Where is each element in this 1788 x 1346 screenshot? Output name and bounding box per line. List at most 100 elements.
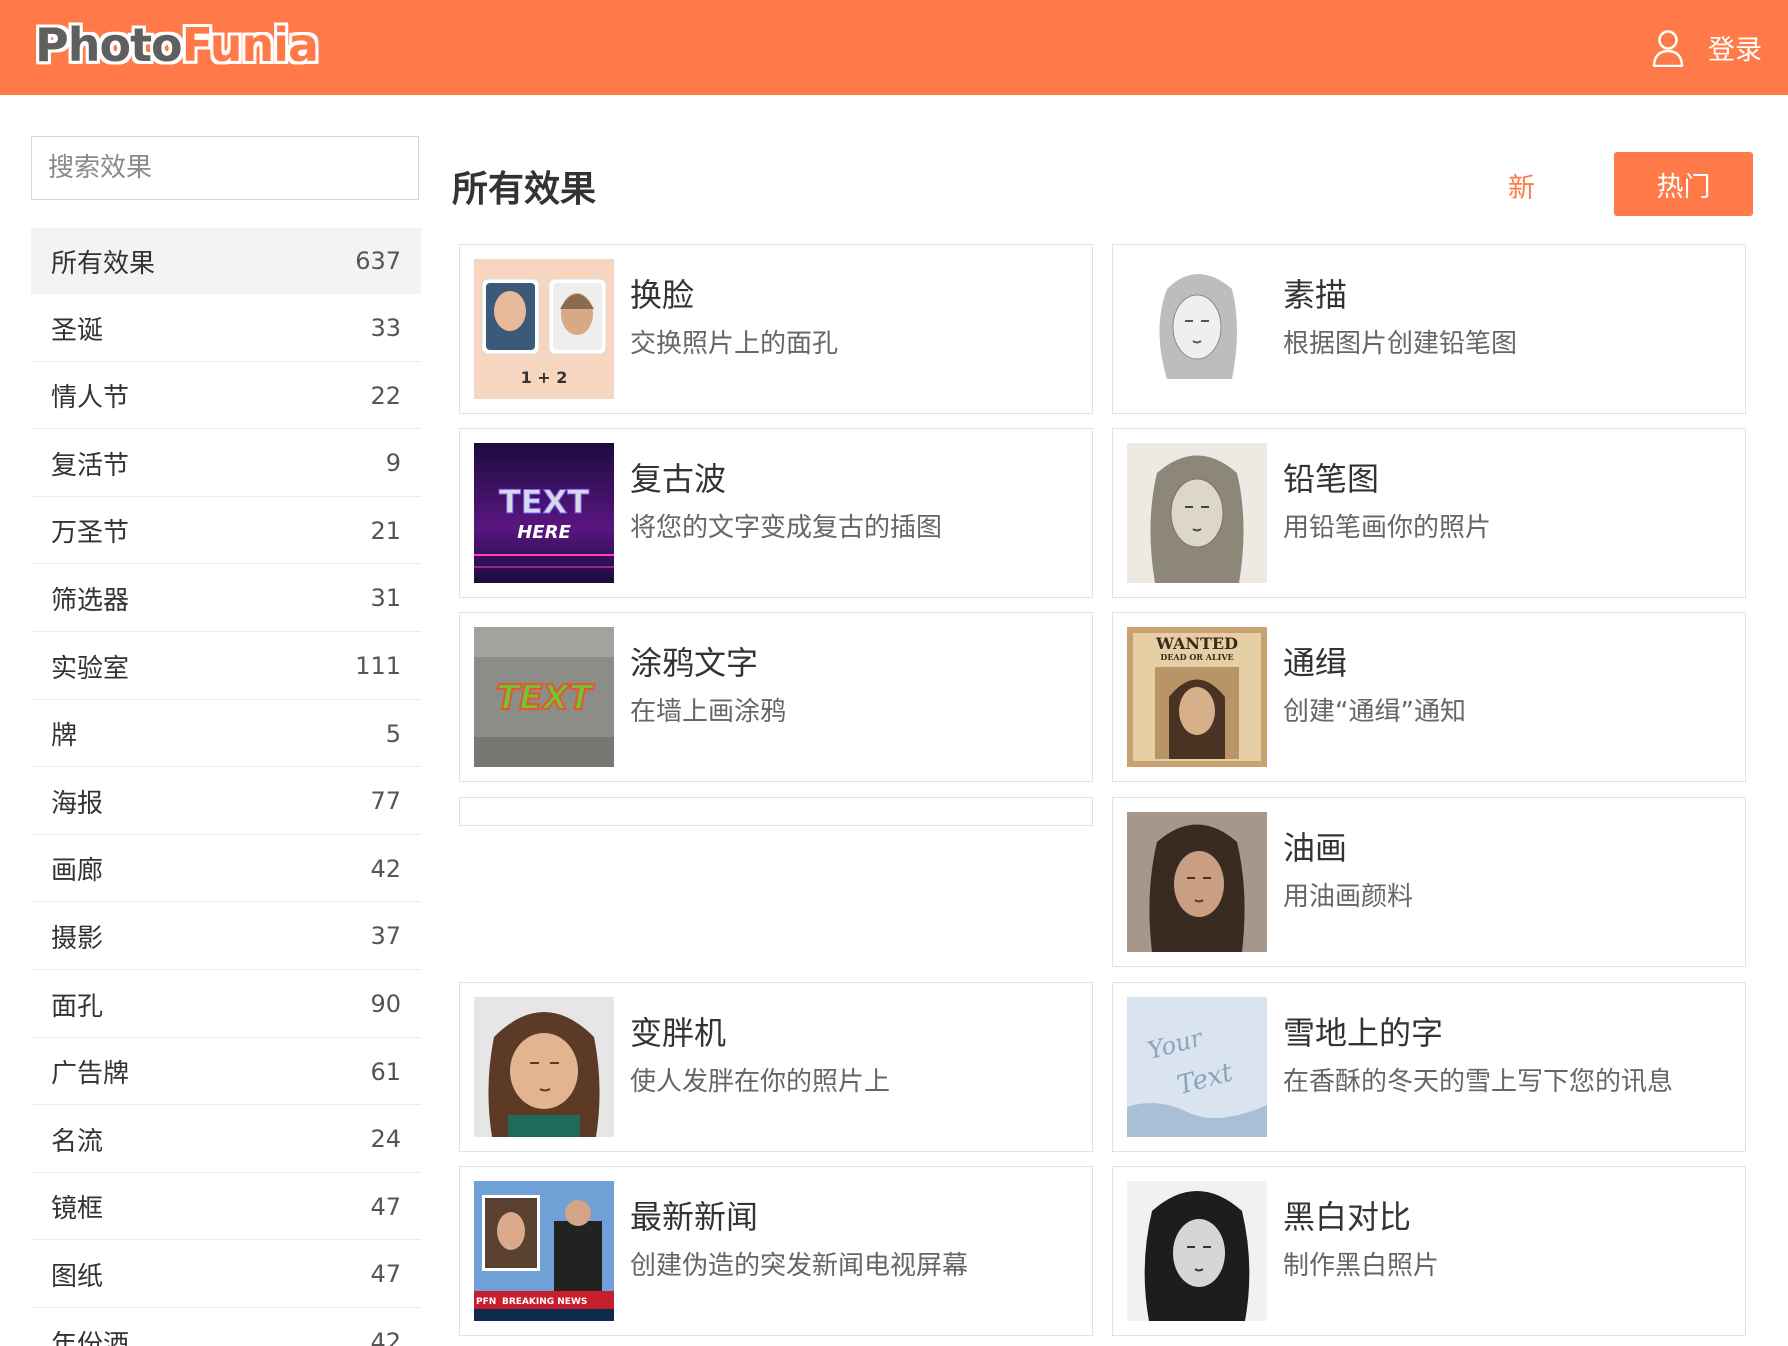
login-button[interactable]: 登录 <box>1652 28 1762 67</box>
retrowave-thumb-text-1: TEXT <box>499 483 589 521</box>
category-count: 21 <box>370 516 401 545</box>
retrowave-thumbnail: TEXT HERE <box>474 443 614 583</box>
breaking-news-thumbnail: PFN BREAKING NEWS <box>474 1181 614 1321</box>
effect-card-oil-painting[interactable]: 油画 用油画颜料 <box>1112 797 1746 967</box>
category-item-frames[interactable]: 镜框 47 <box>31 1174 421 1241</box>
effect-description: 用油画颜料 <box>1283 882 1414 912</box>
category-count: 33 <box>370 314 401 343</box>
category-label: 牌 <box>51 721 78 752</box>
category-count: 42 <box>370 854 401 883</box>
category-count: 77 <box>370 787 401 816</box>
category-count: 47 <box>370 1192 401 1221</box>
wanted-poster-thumbnail: WANTED DEAD OR ALIVE <box>1127 627 1267 767</box>
category-item-faces[interactable]: 面孔 90 <box>31 972 421 1038</box>
category-label: 广告牌 <box>51 1059 130 1090</box>
category-label: 所有效果 <box>51 248 156 279</box>
graffiti-text-thumbnail: TEXT <box>474 627 614 767</box>
category-item-drawings[interactable]: 图纸 47 <box>31 1242 421 1308</box>
category-label: 复活节 <box>51 450 130 481</box>
category-item-easter[interactable]: 复活节 9 <box>31 431 421 497</box>
effect-card-black-white[interactable]: 黑白对比 制作黑白照片 <box>1112 1166 1746 1336</box>
effect-title: 铅笔图 <box>1283 460 1380 498</box>
effect-title: 雪地上的字 <box>1283 1014 1444 1052</box>
search-input[interactable] <box>31 136 419 200</box>
effect-card-graffiti-text[interactable]: TEXT 涂鸦文字 在墙上画涂鸦 <box>459 612 1093 782</box>
category-item-galleries[interactable]: 画廊 42 <box>31 836 421 903</box>
category-count: 24 <box>370 1125 401 1154</box>
category-item-vintage[interactable]: 年份酒 42 <box>31 1310 421 1346</box>
category-label: 面孔 <box>51 991 104 1022</box>
category-label: 实验室 <box>51 653 130 684</box>
category-item-halloween[interactable]: 万圣节 21 <box>31 498 421 565</box>
category-count: 37 <box>370 922 401 951</box>
oil-painting-thumbnail <box>1127 812 1267 952</box>
effect-description: 制作黑白照片 <box>1283 1251 1440 1281</box>
category-label: 年份酒 <box>51 1329 130 1346</box>
effect-title: 变胖机 <box>630 1014 727 1052</box>
category-count: 31 <box>370 584 401 613</box>
category-count: 5 <box>385 719 401 748</box>
photofunia-logo[interactable]: PhotoFunia <box>35 18 319 72</box>
effect-description: 根据图片创建铅笔图 <box>1283 329 1518 359</box>
effect-card-fat-booth[interactable]: 变胖机 使人发胖在你的照片上 <box>459 982 1093 1152</box>
category-item-christmas[interactable]: 圣诞 33 <box>31 296 421 362</box>
category-item-posters[interactable]: 海报 77 <box>31 769 421 835</box>
effect-description: 用铅笔画你的照片 <box>1283 513 1492 543</box>
category-count: 47 <box>370 1260 401 1289</box>
category-label: 情人节 <box>51 383 130 414</box>
category-list: 所有效果 637 圣诞 33 情人节 22 复活节 9 万圣节 21 筛选器 3… <box>31 228 421 1346</box>
fat-booth-thumbnail <box>474 997 614 1137</box>
effect-card-retrowave[interactable]: TEXT HERE 复古波 将您的文字变成复古的插图 <box>459 428 1093 598</box>
effect-card-pencil-drawing[interactable]: 铅笔图 用铅笔画你的照片 <box>1112 428 1746 598</box>
category-count: 61 <box>370 1057 401 1086</box>
category-item-all[interactable]: 所有效果 637 <box>31 228 421 294</box>
effect-card-face-swap[interactable]: 1 + 2 换脸 交换照片上的面孔 <box>459 244 1093 414</box>
category-item-photography[interactable]: 摄影 37 <box>31 904 421 970</box>
category-item-valentines[interactable]: 情人节 22 <box>31 363 421 430</box>
effect-description: 交换照片上的面孔 <box>630 329 839 359</box>
login-label: 登录 <box>1708 35 1762 66</box>
category-item-billboards[interactable]: 广告牌 61 <box>31 1039 421 1106</box>
retrowave-thumb-text-2: HERE <box>517 522 571 543</box>
effect-title: 最新新闻 <box>630 1198 759 1236</box>
sort-new-tab[interactable]: 新 <box>1508 166 1535 205</box>
category-label: 圣诞 <box>51 315 104 346</box>
category-label: 筛选器 <box>51 585 130 616</box>
effect-description: 创建“通缉”通知 <box>1283 697 1466 727</box>
effect-title: 通缉 <box>1283 644 1348 682</box>
pencil-drawing-thumbnail <box>1127 443 1267 583</box>
effect-description: 在墙上画涂鸦 <box>630 697 787 727</box>
effect-description: 使人发胖在你的照片上 <box>630 1067 891 1097</box>
category-item-filters[interactable]: 筛选器 31 <box>31 566 421 632</box>
effect-card-placeholder <box>459 797 1093 826</box>
effect-description: 在香酥的冬天的雪上写下您的讯息 <box>1283 1067 1674 1097</box>
wanted-thumb-text-1: WANTED <box>1155 634 1238 653</box>
category-item-lab[interactable]: 实验室 111 <box>31 634 421 700</box>
wanted-thumb-text-2: DEAD OR ALIVE <box>1160 652 1233 662</box>
effect-card-wanted[interactable]: WANTED DEAD OR ALIVE 通缉 创建“通缉”通知 <box>1112 612 1746 782</box>
page-title: 所有效果 <box>452 169 597 210</box>
category-label: 图纸 <box>51 1261 104 1292</box>
category-count: 42 <box>370 1328 401 1346</box>
news-thumb-text-2: BREAKING NEWS <box>502 1297 587 1307</box>
category-count: 9 <box>385 449 401 478</box>
category-count: 22 <box>370 381 401 410</box>
category-label: 摄影 <box>51 923 104 954</box>
news-thumb-text-1: PFN <box>476 1297 496 1307</box>
effect-title: 涂鸦文字 <box>630 644 759 682</box>
effect-title: 油画 <box>1283 829 1348 867</box>
effect-card-snow-writing[interactable]: Your Text 雪地上的字 在香酥的冬天的雪上写下您的讯息 <box>1112 982 1746 1152</box>
category-count: 637 <box>355 247 401 275</box>
graffiti-thumb-text: TEXT <box>496 678 595 718</box>
sort-popular-tab[interactable]: 热门 <box>1614 152 1753 216</box>
effect-card-sketch[interactable]: 素描 根据图片创建铅笔图 <box>1112 244 1746 414</box>
effect-title: 素描 <box>1283 276 1348 314</box>
category-label: 名流 <box>51 1126 104 1157</box>
category-count: 111 <box>355 652 401 681</box>
effect-title: 换脸 <box>630 276 695 314</box>
category-item-cards[interactable]: 牌 5 <box>31 701 421 768</box>
category-label: 镜框 <box>51 1194 104 1225</box>
top-bar: PhotoFunia 登录 <box>0 0 1788 95</box>
category-item-celebrities[interactable]: 名流 24 <box>31 1107 421 1173</box>
effect-card-breaking-news[interactable]: PFN BREAKING NEWS 最新新闻 创建伪造的突发新闻电视屏幕 <box>459 1166 1093 1336</box>
